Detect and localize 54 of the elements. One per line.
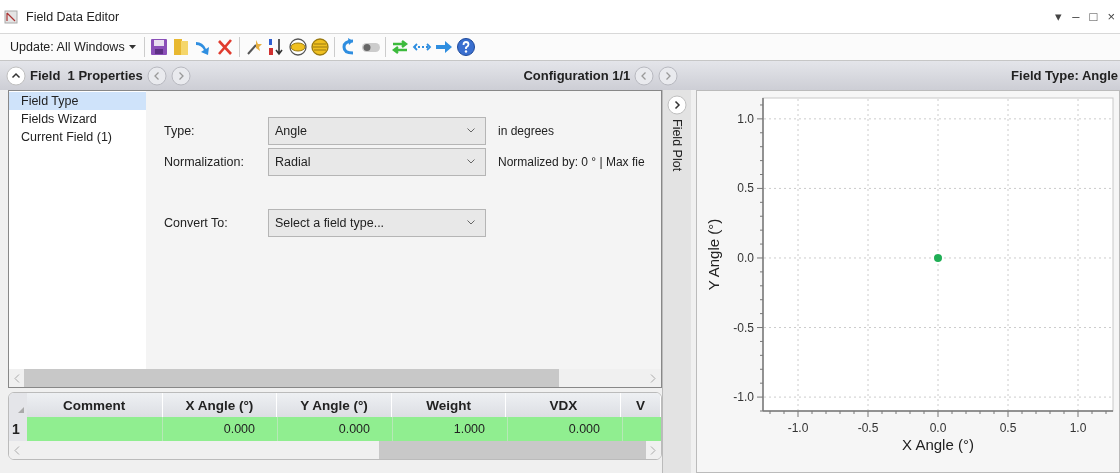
panel-title: Field 1 Properties	[30, 68, 143, 83]
lens-icon[interactable]	[287, 37, 308, 57]
tick-label: -1.0	[733, 390, 754, 405]
column-header[interactable]: V	[621, 393, 661, 417]
lens-icon[interactable]	[309, 37, 330, 57]
tick-label: -0.5	[857, 421, 879, 435]
table-row[interactable]: 0.000 0.000 1.000 0.000	[27, 417, 661, 441]
axis-title: Y Angle (°)	[705, 218, 722, 291]
caret-icon	[128, 45, 136, 49]
help-icon[interactable]	[455, 37, 476, 57]
tick-label: 0.5	[999, 421, 1017, 435]
field-label: Convert To:	[164, 215, 229, 230]
column-header[interactable]: X Angle (°)	[162, 393, 278, 417]
chevron-icon	[467, 159, 475, 164]
dropdown[interactable]: Radial	[268, 147, 486, 176]
update-dropdown[interactable]: Update: All Windows	[6, 40, 140, 54]
tick-label: 0.0	[737, 251, 754, 265]
maximize-button[interactable]: □	[1086, 9, 1101, 24]
tick-label: -0.5	[733, 320, 754, 335]
window-title: Field Data Editor	[26, 9, 120, 24]
tick-label: 0.5	[737, 181, 754, 196]
sidebar-item[interactable]: Current Field (1)	[9, 128, 146, 146]
column-header[interactable]: Weight	[391, 393, 507, 417]
sidebar-item[interactable]: Field Type	[9, 92, 146, 110]
column-header[interactable]: Y Angle (°)	[277, 393, 392, 417]
dropdown[interactable]: Select a field type...	[268, 208, 486, 237]
expand-button[interactable]	[667, 95, 687, 115]
tick-label: 0.0	[929, 421, 947, 435]
configuration-label: Configuration 1/1	[523, 68, 631, 83]
app-icon	[4, 9, 18, 24]
tick-label: 1.0	[1069, 421, 1087, 435]
field-note: Normalized by: 0 ° | Max fie	[498, 154, 645, 169]
axis-title: X Angle (°)	[902, 436, 974, 453]
column-header[interactable]: VDX	[506, 393, 622, 417]
tick-label: -1.0	[787, 421, 809, 435]
chevron-icon	[467, 128, 475, 133]
corner-icon	[17, 407, 24, 413]
chevron-icon	[467, 220, 475, 225]
minimize-button[interactable]: –	[1069, 9, 1083, 24]
close-button[interactable]: ×	[1104, 9, 1118, 24]
sidebar-item[interactable]: Fields Wizard	[9, 110, 146, 128]
field-note: in degrees	[498, 123, 555, 138]
row-number: 1	[9, 417, 27, 441]
column-header[interactable]: Comment	[26, 393, 163, 417]
field-label: Type:	[164, 123, 196, 138]
tick-label: 1.0	[737, 111, 754, 126]
save-icon[interactable]	[148, 37, 169, 57]
horizontal-scrollbar[interactable]	[9, 441, 661, 459]
horizontal-scrollbar[interactable]	[9, 369, 661, 387]
field-type-label: Field Type: Angle	[1011, 68, 1118, 83]
dropdown[interactable]: Angle	[268, 116, 486, 145]
field-label: Normalization:	[164, 154, 245, 169]
field-plot-tab[interactable]: Field Plot	[670, 119, 684, 172]
collapse-button[interactable]	[6, 65, 26, 86]
